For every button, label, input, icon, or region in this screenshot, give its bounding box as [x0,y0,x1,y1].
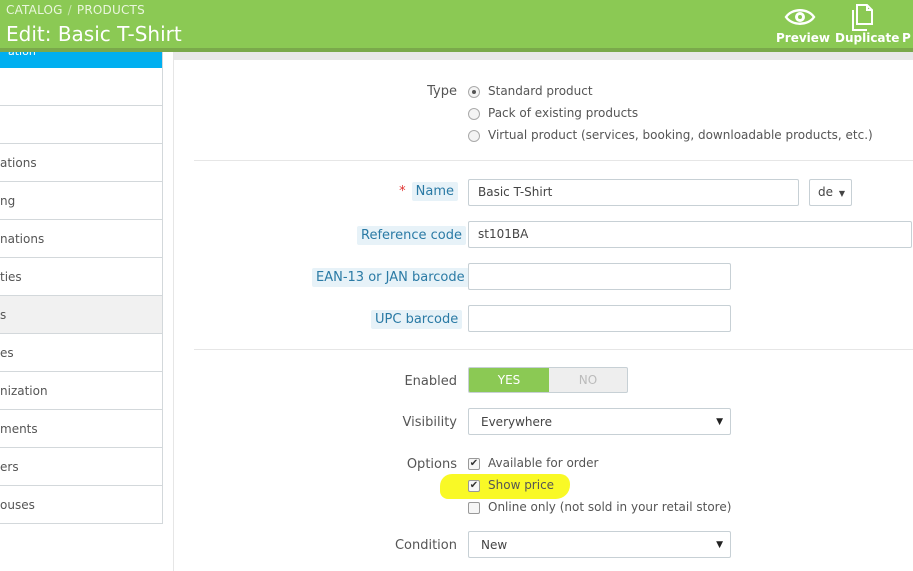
sidebar-item-label: s [0,308,7,322]
sidebar-item-label: ments [0,422,38,436]
preview-label: Preview [776,31,831,45]
preview-button[interactable]: Preview [776,3,830,45]
sidebar-item[interactable] [0,106,162,144]
caret-down-icon: ▼ [838,189,845,198]
condition-select[interactable]: New ▼ [468,531,731,558]
copy-icon [852,4,873,31]
language-dropdown[interactable]: de ▼ [809,179,852,206]
sidebar-item[interactable]: ouses [0,486,162,524]
required-marker: * [399,184,406,199]
online-only-label[interactable]: Online only (not sold in your retail sto… [488,500,731,514]
ean13-input[interactable] [468,263,731,290]
type-label: Type [427,84,457,99]
enabled-toggle[interactable]: YES NO [468,367,628,393]
reference-code-label: Reference code [357,226,466,245]
visibility-value: Everywhere [481,415,552,429]
product-tabs-sidebar: ation ations ng nations ties s es nizati… [0,52,163,524]
duplicate-label: Duplicate [835,31,900,45]
type-standard-radio[interactable] [468,86,480,98]
caret-down-icon: ▼ [716,417,723,427]
breadcrumb-separator: / [67,3,72,17]
type-virtual-label[interactable]: Virtual product (services, booking, down… [488,128,873,142]
visibility-select[interactable]: Everywhere ▼ [468,408,731,435]
name-label-wrapper: * Name [380,182,458,201]
options-label: Options [406,457,457,472]
name-label: Name [411,182,458,201]
type-pack-radio[interactable] [468,108,480,120]
upc-input[interactable] [468,305,731,332]
page-header: CATALOG / PRODUCTS Edit: Basic T-Shirt Pre… [0,0,913,48]
online-only-checkbox[interactable] [468,502,480,514]
section-divider [194,160,913,161]
sidebar-item-label: ations [0,156,37,170]
enabled-no-option[interactable]: NO [549,368,627,392]
more-toolbar-label: P [902,31,911,45]
sidebar-item-label: ng [0,194,16,208]
breadcrumb-products[interactable]: PRODUCTS [77,3,145,17]
sidebar-item[interactable]: nization [0,372,162,410]
ean13-label: EAN-13 or JAN barcode [312,268,469,287]
visibility-label: Visibility [402,415,457,430]
toolbar-icon [907,3,913,31]
type-pack-label[interactable]: Pack of existing products [488,106,638,120]
content-top-strip [174,52,913,60]
sidebar-item[interactable]: ations [0,144,162,182]
name-input[interactable]: Basic T-Shirt [468,179,799,206]
duplicate-button[interactable]: Duplicate [835,3,899,45]
available-for-order-label[interactable]: Available for order [488,456,598,470]
breadcrumb-catalog[interactable]: CATALOG [6,3,63,17]
reference-code-input[interactable]: st101BA [468,221,912,248]
condition-label: Condition [394,538,457,553]
page-title: Edit: Basic T-Shirt [6,22,182,46]
sidebar-item-label: ouses [0,498,35,512]
sidebar-item[interactable]: nations [0,220,162,258]
sidebar-item-label: es [0,346,14,360]
type-standard-label[interactable]: Standard product [488,84,593,98]
sidebar-item[interactable] [0,68,162,106]
sidebar-item-label: ties [0,270,22,284]
eye-icon [784,9,816,25]
sidebar-item-label: ers [0,460,19,474]
sidebar-item-label: ation [8,52,36,58]
sidebar-item[interactable]: es [0,334,162,372]
sidebar-item[interactable]: ties [0,258,162,296]
sidebar-item[interactable]: ments [0,410,162,448]
upc-label: UPC barcode [371,310,463,329]
content-border [173,52,174,571]
enabled-label: Enabled [404,374,457,389]
caret-down-icon: ▼ [716,540,723,550]
sidebar-item[interactable]: ng [0,182,162,220]
sidebar-item-active[interactable]: s [0,296,162,334]
sidebar-item-label: nations [0,232,45,246]
show-price-label[interactable]: Show price [488,478,554,492]
breadcrumb: CATALOG / PRODUCTS [6,3,145,17]
sidebar-item[interactable]: ers [0,448,162,486]
condition-value: New [481,538,508,552]
enabled-yes-option[interactable]: YES [469,368,549,392]
show-price-checkbox[interactable]: ✔ [468,480,480,492]
available-for-order-checkbox[interactable]: ✔ [468,458,480,470]
sidebar-item-information[interactable]: ation [0,52,162,68]
more-toolbar-button[interactable]: P [902,3,913,45]
sidebar-item-label: nization [0,384,48,398]
language-value: de [818,185,833,199]
type-virtual-radio[interactable] [468,130,480,142]
section-divider [194,349,913,350]
